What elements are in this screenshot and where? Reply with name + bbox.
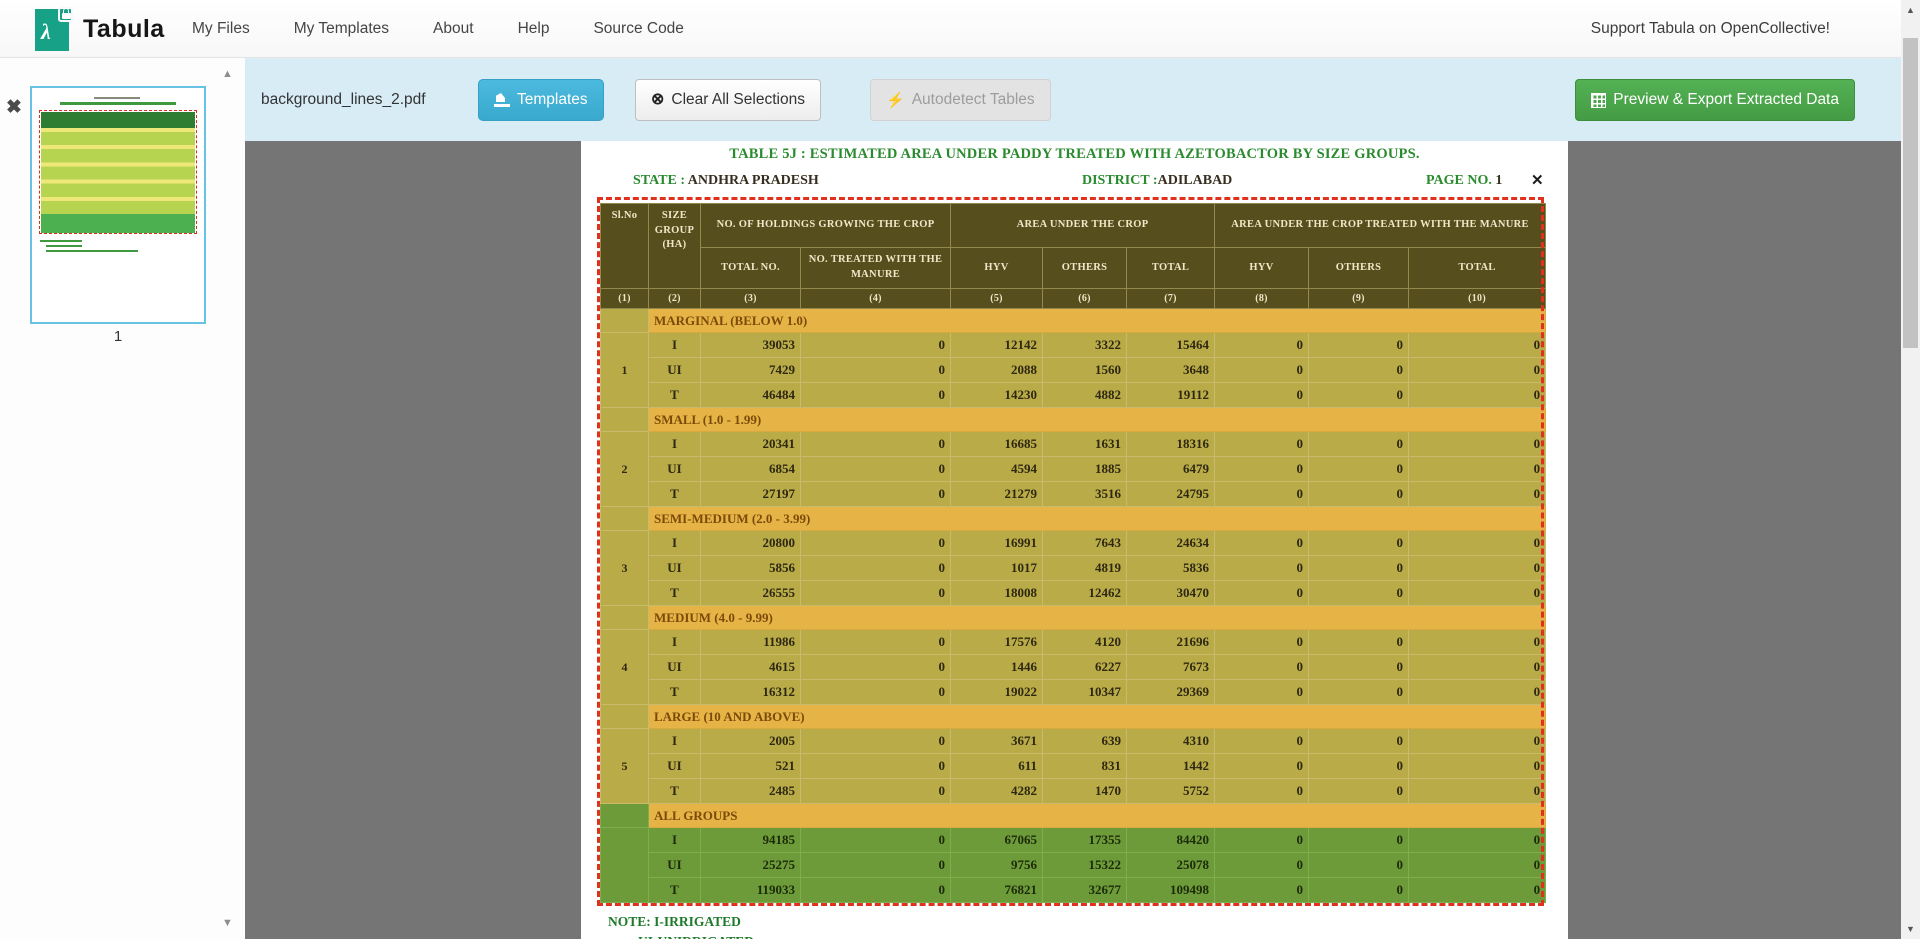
- clear-all-selections-button[interactable]: ⊗ Clear All Selections: [635, 79, 821, 121]
- spreadsheet-icon: [1591, 93, 1606, 108]
- scrollbar-down-icon[interactable]: ▼: [1901, 924, 1920, 934]
- autodetect-tables-button[interactable]: ⚡ Autodetect Tables: [870, 79, 1051, 121]
- thumb-note-line: [46, 250, 138, 252]
- page-thumbnails-sidebar: ✖ 1 ▲ ▼: [0, 58, 245, 939]
- page-no-value: 1: [1495, 173, 1502, 188]
- nav-my-templates[interactable]: My Templates: [294, 20, 389, 38]
- preview-export-button[interactable]: Preview & Export Extracted Data: [1575, 79, 1855, 121]
- nav-my-files[interactable]: My Files: [192, 20, 250, 38]
- thumb-table-preview: [39, 110, 197, 234]
- document-filename: background_lines_2.pdf: [261, 58, 426, 141]
- note-line-1: NOTE: I-IRRIGATED: [608, 912, 754, 932]
- sidebar-scroll-down-icon[interactable]: ▼: [222, 917, 233, 929]
- scrollbar-thumb[interactable]: [1903, 38, 1918, 348]
- nav-about[interactable]: About: [433, 20, 474, 38]
- pdf-table-title: TABLE 5J : ESTIMATED AREA UNDER PADDY TR…: [581, 146, 1568, 163]
- pdf-note: NOTE: I-IRRIGATED UI-UNIRRIGATED: [608, 912, 754, 939]
- note-line-2: UI-UNIRRIGATED: [638, 932, 754, 939]
- remove-page-icon[interactable]: ✖: [6, 96, 22, 119]
- state-value: ANDHRA PRADESH: [688, 173, 819, 188]
- district-value: ADILABAD: [1158, 173, 1233, 188]
- selection-close-icon[interactable]: ✕: [1531, 171, 1544, 189]
- vertical-scrollbar[interactable]: ▲ ▼: [1901, 0, 1920, 939]
- clear-icon: ⊗: [651, 92, 664, 108]
- brand-title: Tabula: [83, 15, 165, 44]
- page-no-label: PAGE NO.: [1426, 173, 1492, 188]
- support-link[interactable]: Support Tabula on OpenCollective!: [1591, 0, 1830, 58]
- document-toolbar: background_lines_2.pdf Templates ⊗ Clear…: [245, 58, 1901, 141]
- thumb-title-line: [60, 102, 176, 105]
- state-label: STATE :: [633, 173, 685, 188]
- thumb-note-line: [46, 245, 82, 247]
- scrollbar-up-icon[interactable]: ▲: [1901, 5, 1920, 15]
- thumb-note-line: [40, 240, 82, 242]
- page-thumbnail[interactable]: [30, 86, 206, 324]
- brand[interactable]: λ Tabula: [35, 7, 165, 51]
- sidebar-scroll-up-icon[interactable]: ▲: [222, 68, 233, 80]
- nav-help[interactable]: Help: [518, 20, 550, 38]
- templates-icon: [494, 93, 510, 107]
- templates-button[interactable]: Templates: [478, 79, 604, 121]
- lightning-icon: ⚡: [886, 91, 905, 109]
- district-label: DISTRICT :: [1082, 173, 1158, 188]
- nav-source-code[interactable]: Source Code: [593, 20, 683, 38]
- pdf-meta-row: STATE : ANDHRA PRADESH DISTRICT :ADILABA…: [581, 173, 1568, 193]
- tabula-logo-icon: λ: [35, 7, 73, 51]
- thumbnail-page-number: 1: [30, 328, 206, 345]
- pdf-viewer-area: TABLE 5J : ESTIMATED AREA UNDER PADDY TR…: [245, 141, 1901, 939]
- thumb-title-line: [94, 97, 140, 99]
- table-selection-box[interactable]: [597, 197, 1544, 906]
- nav-menu: My Files My Templates About Help Source …: [192, 0, 728, 58]
- top-navbar: λ Tabula My Files My Templates About Hel…: [0, 0, 1920, 58]
- pdf-page[interactable]: TABLE 5J : ESTIMATED AREA UNDER PADDY TR…: [581, 141, 1568, 939]
